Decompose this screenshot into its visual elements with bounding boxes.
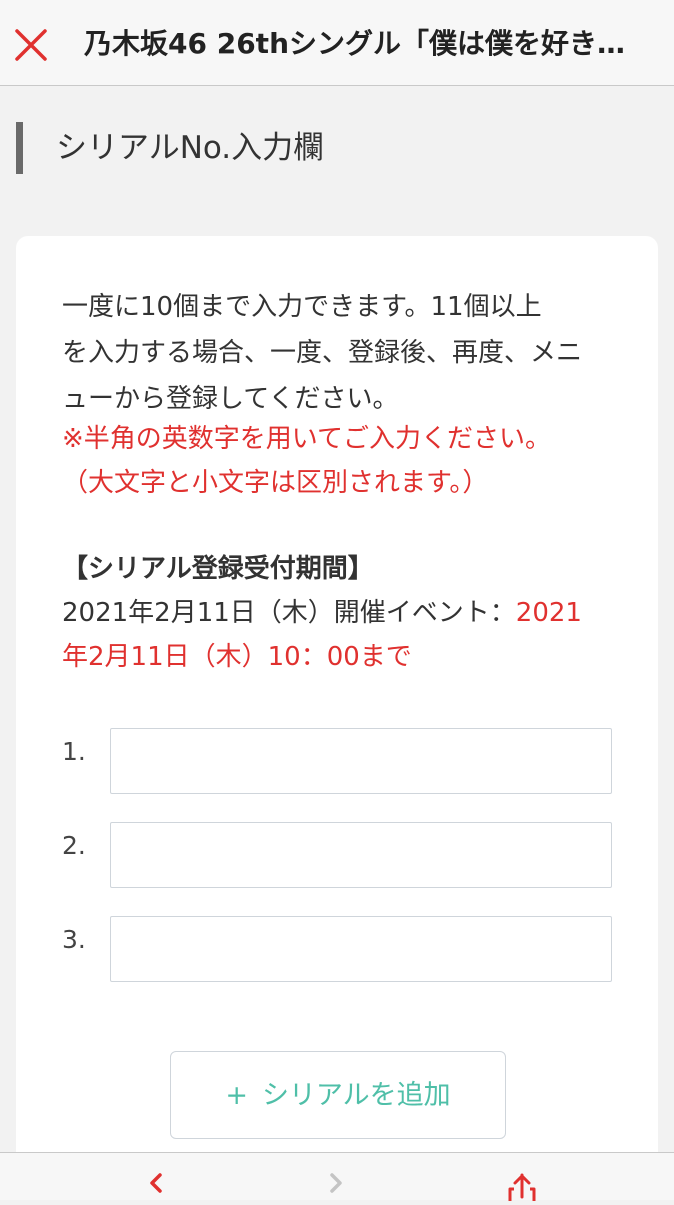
bottom-toolbar [0, 1152, 674, 1201]
serial-row-3: 3. [62, 916, 622, 982]
period-deadline: 年2月11日（木）10：00まで [62, 642, 412, 672]
section-heading: シリアルNo.入力欄 [16, 122, 656, 174]
note-line-1: ※半角の英数字を用いてご入力ください。 [62, 424, 552, 454]
page-title: 乃木坂46 26thシングル「僕は僕を好き… [84, 27, 625, 60]
share-icon [508, 1173, 536, 1201]
note-line-2: （大文字と小文字は区別されます。） [62, 468, 489, 498]
instruction-line-2: を入力する場合、一度、登録後、再度、メニ [62, 338, 583, 368]
add-serial-button-content: + シリアルを追加 [171, 1052, 505, 1138]
serial-row-2: 2. [62, 822, 622, 888]
serial-number-label: 1. [62, 737, 86, 766]
serial-row-1: 1. [62, 728, 622, 794]
serial-entry-card: 一度に10個まで入力できます。11個以上 を入力する場合、一度、登録後、再度、メ… [16, 236, 658, 1196]
serial-number-label: 3. [62, 925, 86, 954]
add-serial-button[interactable]: + シリアルを追加 [170, 1051, 506, 1139]
plus-icon: + [225, 1080, 248, 1111]
add-serial-label: シリアルを追加 [261, 1080, 451, 1111]
period-event-text: 2021年2月11日（木）開催イベント： [62, 598, 516, 628]
close-icon [15, 29, 47, 61]
share-button[interactable] [482, 1153, 562, 1201]
serial-input-2[interactable] [110, 822, 612, 888]
close-button[interactable] [0, 0, 64, 86]
serial-number-label: 2. [62, 831, 86, 860]
period-heading: 【シリアル登録受付期間】 [62, 554, 374, 584]
period-deadline-year: 2021 [515, 598, 582, 628]
forward-button[interactable] [298, 1153, 378, 1201]
section-accent-bar [16, 122, 23, 174]
serial-input-1[interactable] [110, 728, 612, 794]
instruction-line-1: 一度に10個まで入力できます。11個以上 [62, 292, 542, 322]
top-bar: 乃木坂46 26thシングル「僕は僕を好き… [0, 0, 674, 86]
back-button[interactable] [114, 1153, 194, 1201]
chevron-right-icon [330, 1173, 342, 1193]
section-title: シリアルNo.入力欄 [56, 130, 325, 166]
serial-input-3[interactable] [110, 916, 612, 982]
chevron-left-icon [150, 1173, 162, 1193]
period-line-1: 2021年2月11日（木）開催イベント：2021 [62, 590, 622, 636]
